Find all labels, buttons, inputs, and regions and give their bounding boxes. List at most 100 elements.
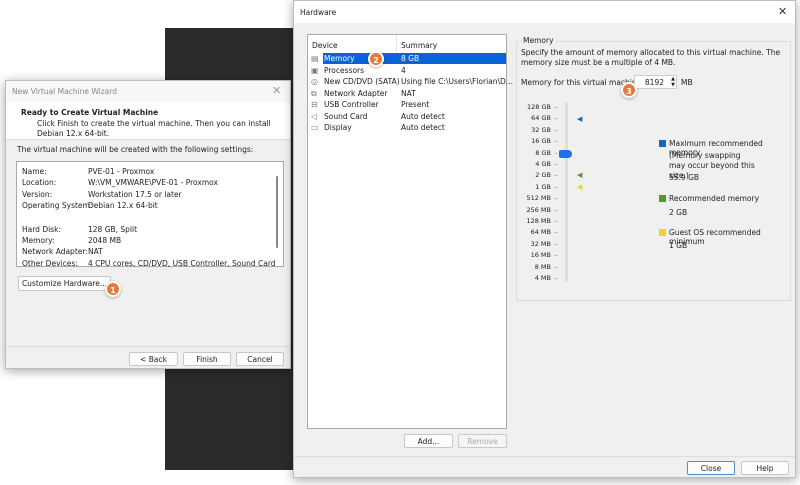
setting-row: Network Adapter:	[22, 246, 88, 257]
close-icon[interactable]: ✕	[778, 5, 787, 18]
scale-tick	[555, 186, 558, 188]
setting-label: Network Adapter:	[22, 247, 88, 257]
wizard-header: Ready to Create Virtual Machine Click Fi…	[6, 102, 290, 140]
scale-label: 16 GB	[531, 137, 551, 146]
cancel-button[interactable]: Cancel	[236, 352, 284, 366]
scale-tick	[555, 141, 558, 143]
recommended-marker-icon: ◀	[577, 171, 583, 179]
slider-track[interactable]	[565, 102, 568, 282]
usb-icon: ⊟	[311, 100, 318, 109]
scale-label: 128 MB	[526, 217, 551, 225]
scale-label: 32 GB	[531, 125, 551, 134]
max-value: 55.9 GB	[669, 173, 700, 182]
device-summary: 4	[401, 65, 406, 75]
scale-tick	[555, 232, 558, 234]
column-header-device[interactable]: Device	[312, 41, 338, 50]
setting-row: Other Devices:	[22, 258, 78, 269]
footer-divider	[294, 456, 795, 457]
setting-row: Memory:	[22, 235, 54, 246]
column-header-summary[interactable]: Summary	[401, 41, 437, 50]
scale-label: 8 MB	[534, 262, 551, 271]
setting-value: NAT	[88, 247, 103, 257]
close-icon[interactable]: ✕	[272, 84, 281, 97]
device-summary: Present	[401, 100, 430, 109]
window-title: New Virtual Machine Wizard	[12, 87, 117, 96]
finish-button[interactable]: Finish	[183, 352, 231, 366]
scale-tick	[555, 118, 558, 120]
rec-label: Recommended memory	[669, 194, 760, 203]
memory-icon: ▤	[311, 54, 319, 63]
device-row-usb-controller[interactable]: ⊟ USB Controller Present	[308, 99, 506, 110]
column-divider	[396, 35, 397, 52]
setting-row: Name:	[22, 166, 47, 177]
scale-label: 16 MB	[530, 251, 551, 260]
customize-hardware-button[interactable]: Customize Hardware...	[18, 276, 111, 291]
unit-label: MB	[681, 78, 693, 87]
setting-value: 128 GB, Split	[88, 224, 138, 234]
device-summary: Auto detect	[401, 111, 445, 121]
scale-label: 4 MB	[534, 274, 551, 282]
device-summary: NAT	[401, 88, 416, 98]
intro-text: The virtual machine will be created with…	[17, 145, 254, 154]
min-color-swatch	[659, 229, 666, 236]
device-summary: Auto detect	[401, 123, 445, 132]
memory-group: Memory Specify the amount of memory allo…	[516, 36, 791, 301]
cd-icon: ◎	[311, 77, 318, 86]
setting-label: Operating System:	[22, 201, 93, 211]
device-summary: Using file C:\Users\Florian\D...	[401, 77, 513, 86]
device-row-processors[interactable]: ▣ Processors 4	[308, 65, 506, 76]
scrollbar[interactable]	[276, 176, 278, 248]
scale-tick	[555, 107, 558, 108]
close-button[interactable]: Close	[687, 461, 735, 475]
setting-label: Name:	[22, 167, 47, 176]
min-label: Guest OS recommended minimum	[669, 228, 761, 246]
device-row-network-adapter[interactable]: ⧉ Network Adapter NAT	[308, 88, 506, 99]
spinner-up-down-icon[interactable]: ▲ ▼	[671, 76, 675, 88]
divider	[6, 346, 290, 347]
setting-label: Version:	[22, 189, 53, 199]
min-marker-icon: ◀	[577, 183, 583, 191]
add-button[interactable]: Add...	[404, 434, 453, 448]
max-color-swatch	[659, 140, 666, 147]
help-button[interactable]: Help	[741, 461, 789, 475]
max-recommended-marker-icon: ◀	[577, 115, 583, 123]
step-badge-1: 1	[105, 281, 121, 297]
hardware-window: Hardware ✕ Device Summary ▤ Memory 8 GB …	[293, 0, 796, 478]
scale-label: 256 MB	[526, 205, 551, 214]
step-badge-3: 3	[621, 82, 637, 98]
setting-value: PVE-01 - Proxmox	[88, 167, 155, 176]
scale-tick	[555, 266, 558, 268]
device-list: Device Summary ▤ Memory 8 GB ▣ Processor…	[307, 34, 513, 429]
scale-label: 8 GB	[535, 148, 551, 157]
setting-value: W:\VM_VMWARE\PVE-01 - Proxmox	[88, 178, 218, 188]
device-row-sound-card[interactable]: ◁ Sound Card Auto detect	[308, 111, 506, 122]
device-row-new-cd-dvd-sata-[interactable]: ◎ New CD/DVD (SATA) Using file C:\Users\…	[308, 76, 513, 87]
device-summary: 8 GB	[401, 54, 420, 63]
scale-label: 512 MB	[526, 194, 551, 203]
memory-input[interactable]: 8192 ▲ ▼	[634, 75, 677, 89]
setting-row: Hard Disk:	[22, 224, 61, 235]
device-row-display[interactable]: ▭ Display Auto detect	[308, 122, 506, 133]
device-name: Sound Card	[324, 111, 368, 121]
scale-tick	[555, 255, 558, 257]
rec-value: 2 GB	[669, 208, 688, 217]
device-row-memory[interactable]: ▤ Memory 8 GB	[308, 53, 506, 64]
setting-value: 2048 MB	[88, 236, 122, 245]
remove-button: Remove	[458, 434, 507, 448]
scale-tick	[555, 129, 558, 131]
device-name: Processors	[324, 65, 365, 75]
min-value: 1 GB	[669, 241, 688, 250]
step-badge-2: 2	[368, 51, 384, 67]
scale-label: 32 MB	[530, 239, 551, 248]
scale-tick	[555, 198, 558, 200]
scale-label: 4 GB	[535, 160, 551, 168]
description: Click Finish to create the virtual machi…	[37, 119, 271, 138]
back-button[interactable]: < Back	[129, 352, 178, 366]
memory-value: 8192	[644, 78, 664, 87]
scale-tick	[555, 152, 558, 154]
monitor-icon: ▭	[311, 123, 319, 132]
settings-list: Name: PVE-01 - Proxmox Location: W:\VM_V…	[16, 161, 284, 269]
rec-color-swatch	[659, 195, 666, 202]
slider-thumb[interactable]	[559, 150, 572, 158]
setting-label: Other Devices:	[22, 258, 78, 268]
